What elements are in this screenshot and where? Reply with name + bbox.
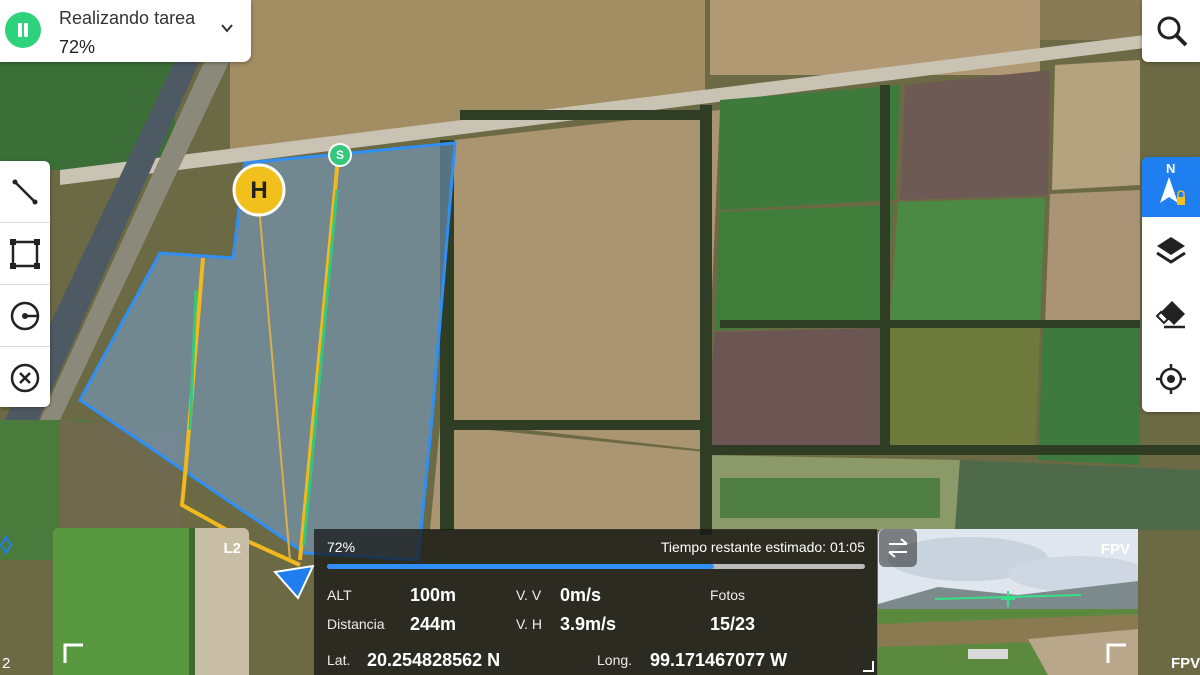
mini-view-label: L2 xyxy=(223,540,241,557)
line-tool-button[interactable] xyxy=(0,161,50,222)
task-progress-percent: 72% xyxy=(59,37,96,57)
latitude-value: 20.254828562 N xyxy=(367,650,501,670)
vv-label: V. V xyxy=(516,587,542,603)
orbit-tool-button[interactable] xyxy=(0,284,50,346)
photos-label: Fotos xyxy=(710,587,746,603)
alt-value: 100m xyxy=(410,585,457,605)
progress-percent-label: 72% xyxy=(327,539,356,555)
task-status-card[interactable]: Realizando tarea 72% xyxy=(0,0,251,62)
chevron-down-icon[interactable] xyxy=(219,20,235,36)
orbit-icon xyxy=(10,301,40,330)
swap-icon xyxy=(888,538,908,558)
cancel-tool-button[interactable] xyxy=(0,346,50,408)
swap-views-button[interactable] xyxy=(879,529,917,567)
latitude-label: Lat. xyxy=(327,652,351,668)
eraser-button[interactable] xyxy=(1142,284,1200,344)
fpv-secondary-label: FPV xyxy=(1171,655,1200,672)
photos-value: 15/23 xyxy=(710,614,756,634)
close-circle-icon xyxy=(10,363,40,392)
mini-camera-view[interactable]: L2 xyxy=(53,528,249,675)
vv-value: 0m/s xyxy=(560,585,602,605)
drone-position-icon xyxy=(270,560,271,561)
pause-button[interactable] xyxy=(5,12,41,48)
alt-label: ALT xyxy=(327,587,352,603)
left-toolbar xyxy=(0,161,50,407)
map-corner-label: 2 xyxy=(2,655,11,672)
compass-icon xyxy=(1160,177,1185,205)
eraser-icon xyxy=(1155,301,1185,329)
task-status-title: Realizando tarea xyxy=(59,8,196,28)
search-button[interactable] xyxy=(1142,0,1200,62)
resize-corner-icon[interactable] xyxy=(862,660,874,672)
expand-icon[interactable] xyxy=(63,643,85,665)
right-toolbar: N xyxy=(1142,157,1200,412)
start-marker[interactable]: S xyxy=(329,145,351,165)
expand-fpv-icon[interactable] xyxy=(1106,643,1128,665)
compass-lock-button[interactable]: N xyxy=(1142,157,1200,217)
layers-icon xyxy=(1156,237,1186,264)
mission-progress-fill xyxy=(327,564,715,569)
distance-label: Distancia xyxy=(327,616,385,632)
rectangle-tool-button[interactable] xyxy=(0,222,50,284)
line-icon xyxy=(12,179,38,204)
longitude-label: Long. xyxy=(597,652,633,668)
search-icon xyxy=(1157,16,1188,47)
home-marker[interactable]: H xyxy=(234,166,284,216)
vh-label: V. H xyxy=(516,616,542,632)
eta-label: Tiempo restante estimado: 01:05 xyxy=(660,539,865,555)
compass-north-label: N xyxy=(1166,161,1176,176)
rectangle-icon xyxy=(10,238,40,269)
locate-icon xyxy=(1156,364,1186,394)
fpv-camera-view[interactable]: FPV xyxy=(878,529,1138,675)
telemetry-panel: 72% Tiempo restante estimado: 01:05 ALT … xyxy=(314,529,877,675)
vh-value: 3.9m/s xyxy=(560,614,617,634)
mission-progress-bar xyxy=(327,564,865,569)
longitude-value: 99.171467077 W xyxy=(650,650,788,670)
layers-button[interactable] xyxy=(1142,220,1200,280)
fpv-horizon-icon xyxy=(934,591,1082,607)
fpv-label: FPV xyxy=(1100,541,1130,558)
locate-button[interactable] xyxy=(1142,349,1200,409)
distance-value: 244m xyxy=(410,614,457,634)
